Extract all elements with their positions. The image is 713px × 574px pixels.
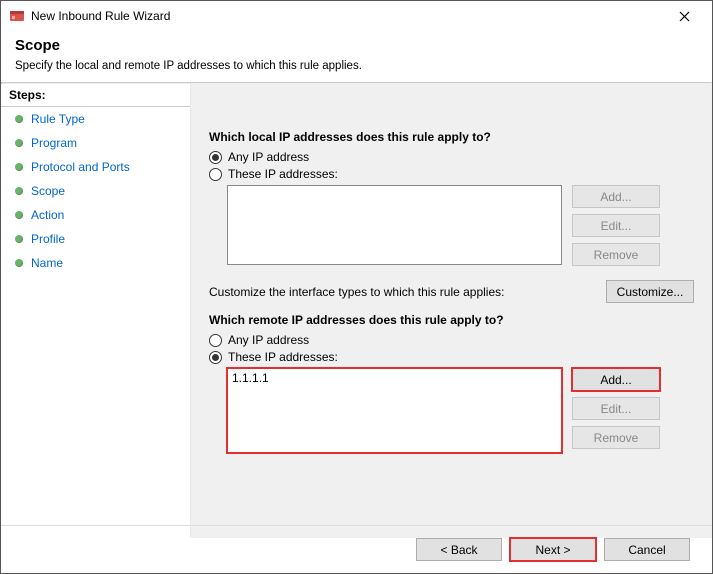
step-label: Name <box>31 256 63 270</box>
local-these-row[interactable]: These IP addresses: <box>209 167 694 181</box>
step-name[interactable]: Name <box>1 251 190 275</box>
step-rule-type[interactable]: Rule Type <box>1 107 190 131</box>
remote-any-label: Any IP address <box>228 333 309 347</box>
local-edit-button: Edit... <box>572 214 660 237</box>
remote-edit-button: Edit... <box>572 397 660 420</box>
window-title: New Inbound Rule Wizard <box>31 9 664 23</box>
remote-any-radio[interactable] <box>209 334 222 347</box>
wizard-header: Scope Specify the local and remote IP ad… <box>1 31 712 82</box>
bullet-icon <box>15 139 23 147</box>
cancel-button[interactable]: Cancel <box>604 538 690 561</box>
local-question: Which local IP addresses does this rule … <box>209 130 694 144</box>
next-button[interactable]: Next > <box>510 538 596 561</box>
step-action[interactable]: Action <box>1 203 190 227</box>
step-label: Action <box>31 208 64 222</box>
bullet-icon <box>15 187 23 195</box>
local-any-radio[interactable] <box>209 151 222 164</box>
close-button[interactable] <box>664 2 704 30</box>
local-ip-list <box>227 185 562 265</box>
step-label: Protocol and Ports <box>31 160 130 174</box>
wizard-body: Steps: Rule Type Program Protocol and Po… <box>1 84 712 538</box>
local-these-radio[interactable] <box>209 168 222 181</box>
steps-sidebar: Steps: Rule Type Program Protocol and Po… <box>1 84 191 538</box>
content-panel: Which local IP addresses does this rule … <box>191 84 712 538</box>
bullet-icon <box>15 259 23 267</box>
bullet-icon <box>15 115 23 123</box>
page-title: Scope <box>15 37 698 54</box>
local-any-row[interactable]: Any IP address <box>209 150 694 164</box>
remote-ip-item[interactable]: 1.1.1.1 <box>232 371 557 385</box>
steps-header: Steps: <box>1 84 190 107</box>
remote-these-row[interactable]: These IP addresses: <box>209 350 694 364</box>
step-label: Program <box>31 136 77 150</box>
local-any-label: Any IP address <box>228 150 309 164</box>
remote-remove-button: Remove <box>572 426 660 449</box>
titlebar: New Inbound Rule Wizard <box>1 1 712 31</box>
local-these-label: These IP addresses: <box>228 167 338 181</box>
remote-these-label: These IP addresses: <box>228 350 338 364</box>
remote-any-row[interactable]: Any IP address <box>209 333 694 347</box>
step-profile[interactable]: Profile <box>1 227 190 251</box>
wizard-window: New Inbound Rule Wizard Scope Specify th… <box>0 0 713 574</box>
bullet-icon <box>15 235 23 243</box>
step-label: Rule Type <box>31 112 85 126</box>
firewall-icon <box>9 8 25 24</box>
step-label: Profile <box>31 232 65 246</box>
step-scope[interactable]: Scope <box>1 179 190 203</box>
back-button[interactable]: < Back <box>416 538 502 561</box>
remote-these-radio[interactable] <box>209 351 222 364</box>
step-program[interactable]: Program <box>1 131 190 155</box>
step-label: Scope <box>31 184 65 198</box>
customize-button[interactable]: Customize... <box>606 280 694 303</box>
local-add-button: Add... <box>572 185 660 208</box>
remote-add-button[interactable]: Add... <box>572 368 660 391</box>
step-protocol-ports[interactable]: Protocol and Ports <box>1 155 190 179</box>
page-subtitle: Specify the local and remote IP addresse… <box>15 60 698 72</box>
customize-text: Customize the interface types to which t… <box>209 285 504 299</box>
bullet-icon <box>15 163 23 171</box>
remote-question: Which remote IP addresses does this rule… <box>209 313 694 327</box>
bullet-icon <box>15 211 23 219</box>
wizard-footer: < Back Next > Cancel <box>1 525 712 573</box>
local-remove-button: Remove <box>572 243 660 266</box>
remote-ip-list[interactable]: 1.1.1.1 <box>227 368 562 453</box>
